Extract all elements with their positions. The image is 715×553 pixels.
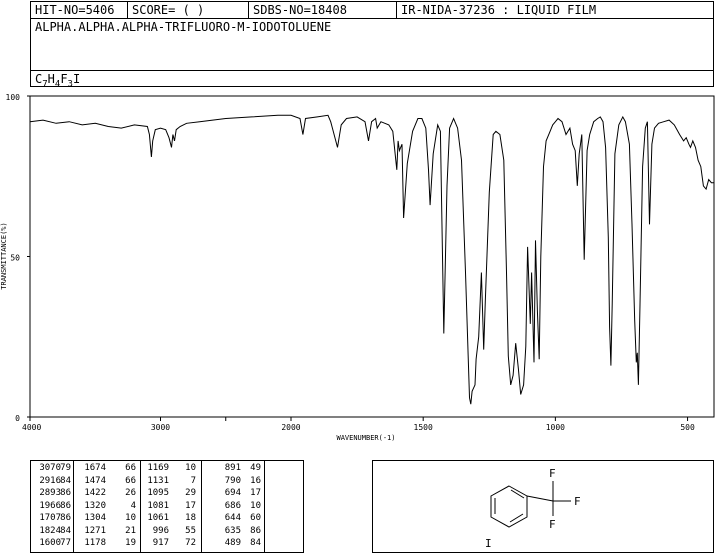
peak-wavenumber: 1674	[84, 463, 106, 473]
peak-wavenumber: 1304	[84, 513, 106, 523]
peak-wavenumber: 694	[224, 488, 241, 498]
peak-wavenumber: 3070	[39, 463, 61, 473]
peak-wavenumber: 644	[224, 513, 241, 523]
x-tick-label: 3000	[151, 423, 170, 432]
iodine-label: I	[485, 537, 492, 550]
peak-wavenumber: 790	[224, 475, 241, 486]
peak-transmittance: 18	[185, 513, 196, 523]
fluorine-right-label: F	[574, 495, 581, 508]
peak-wavenumber: 1095	[147, 488, 169, 498]
peak-transmittance: 10	[125, 513, 136, 523]
peak-wavenumber: 1320	[84, 500, 106, 511]
peak-transmittance: 86	[60, 500, 71, 511]
peak-wavenumber: 996	[152, 525, 169, 536]
peak-transmittance: 10	[250, 500, 261, 511]
peak-transmittance: 86	[60, 513, 71, 523]
peak-wavenumber: 1061	[147, 513, 169, 523]
y-tick-label: 0	[15, 414, 20, 423]
x-axis-label: WAVENUMBER(-1)	[336, 434, 395, 442]
peak-wavenumber: 1081	[147, 500, 169, 511]
peak-wavenumber: 1824	[39, 525, 61, 536]
peak-wavenumber: 1178	[84, 538, 106, 548]
y-tick-label: 50	[10, 254, 20, 263]
peak-table-row: 2916 84 1474 66 1131 7 790 16	[31, 476, 303, 487]
peak-transmittance: 84	[60, 475, 71, 486]
fluorine-bottom-label: F	[549, 518, 556, 531]
peak-wavenumber: 686	[224, 500, 241, 511]
peak-transmittance: 66	[125, 475, 136, 486]
peak-transmittance: 26	[125, 488, 136, 498]
peak-transmittance: 60	[250, 513, 261, 523]
peak-transmittance: 29	[185, 488, 196, 498]
y-tick-label: 100	[6, 93, 21, 102]
fluorine-top-label: F	[549, 467, 556, 480]
peak-table: 3070 79 1674 66 1169 10 891 49 2916 84 1474 66 1131 7…	[30, 460, 304, 553]
peak-wavenumber: 2893	[39, 488, 61, 498]
peak-transmittance: 66	[125, 463, 136, 473]
peak-transmittance: 55	[185, 525, 196, 536]
transmittance-series-line	[29, 114, 714, 405]
x-tick-label: 4000	[22, 423, 41, 432]
peak-transmittance: 72	[185, 538, 196, 548]
benzene-ring	[490, 485, 528, 528]
peak-transmittance: 16	[250, 475, 261, 486]
plot-frame	[29, 95, 715, 418]
ir-spectrum-chart: 100500 4000 3000 2000 1500 1000 500 WAVENUMBE…	[0, 93, 715, 442]
x-tick-label: 1000	[546, 423, 565, 432]
peak-wavenumber: 1474	[84, 475, 106, 486]
y-axis-label: TRANSMITTANCE(%)	[0, 222, 8, 289]
peak-transmittance: 86	[250, 525, 261, 536]
peak-transmittance: 84	[250, 538, 261, 548]
peak-wavenumber: 1422	[84, 488, 106, 498]
peak-transmittance: 4	[130, 500, 136, 511]
peak-transmittance: 19	[125, 538, 136, 548]
peak-table-row: 1707 86 1304 10 1061 18 644 60	[31, 513, 303, 524]
molecular-structure: F F F I	[485, 467, 581, 550]
x-tick-label: 500	[680, 423, 695, 432]
peak-transmittance: 17	[250, 488, 261, 498]
peak-transmittance: 10	[185, 463, 196, 473]
peak-transmittance: 49	[250, 463, 261, 473]
peak-wavenumber: 917	[152, 538, 169, 548]
peak-table-row: 1966 86 1320 4 1081 17 686 10	[31, 501, 303, 512]
y-axis-ticks: 100 50 0	[6, 93, 30, 423]
peak-transmittance: 21	[125, 525, 136, 536]
peak-table-row: 2893 86 1422 26 1095 29 694 17	[31, 488, 303, 499]
x-tick-label: 1500	[414, 423, 433, 432]
peak-transmittance: 84	[60, 525, 71, 536]
peak-wavenumber: 489	[224, 538, 241, 548]
peak-transmittance: 79	[60, 463, 71, 473]
peak-table-row: 1600 77 1178 19 917 72 489 84	[31, 538, 303, 549]
peak-wavenumber: 1966	[39, 500, 61, 511]
peak-table-row: 3070 79 1674 66 1169 10 891 49	[31, 463, 303, 474]
peak-wavenumber: 635	[224, 525, 241, 536]
x-axis-ticks: 4000 3000 2000 1500 1000 500	[22, 417, 695, 432]
cf3-bonds	[526, 481, 571, 516]
peak-table-row: 1824 84 1271 21 996 55 635 86	[31, 526, 303, 537]
structure-box: F F F I	[372, 460, 714, 553]
peak-wavenumber: 1600	[39, 538, 61, 548]
peak-rows: 3070 79 1674 66 1169 10 891 49 2916 84 1474 66 1131 7…	[31, 463, 303, 551]
x-tick-label: 2000	[281, 423, 300, 432]
peak-transmittance: 17	[185, 500, 196, 511]
peak-transmittance: 86	[60, 488, 71, 498]
peak-wavenumber: 1169	[147, 463, 169, 473]
peak-wavenumber: 1707	[39, 513, 61, 523]
peak-wavenumber: 2916	[39, 475, 61, 486]
peak-wavenumber: 891	[224, 463, 241, 473]
peak-wavenumber: 1271	[84, 525, 106, 536]
peak-wavenumber: 1131	[147, 475, 169, 486]
peak-transmittance: 7	[190, 475, 196, 486]
peak-transmittance: 77	[60, 538, 71, 548]
